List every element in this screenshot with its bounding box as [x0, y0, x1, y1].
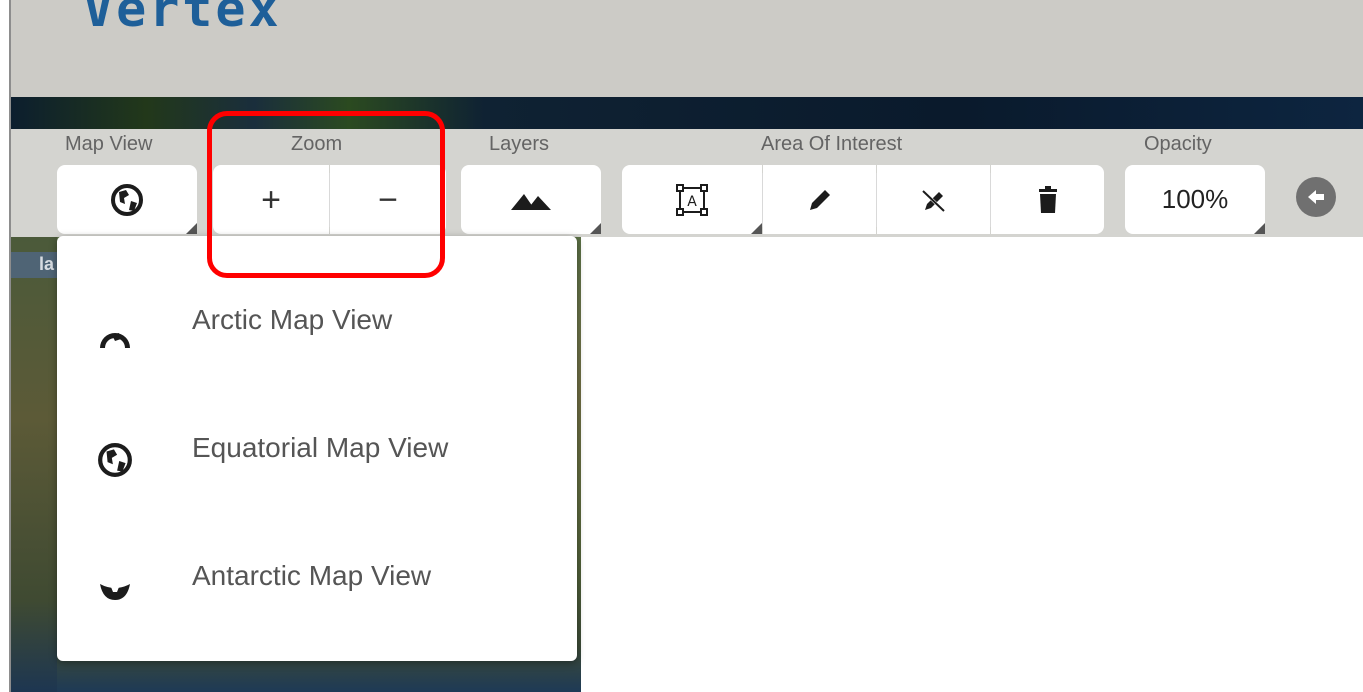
menu-item-antarctic[interactable]: Antarctic Map View: [57, 522, 577, 647]
dropdown-caret-icon: [1254, 223, 1265, 234]
map-view-label: Map View: [65, 133, 153, 155]
mountain-layers-icon: [511, 193, 551, 210]
globe-icon: [111, 183, 143, 216]
menu-item-label: Arctic Map View: [192, 304, 393, 335]
pencil-icon: [809, 189, 830, 210]
app-header: Vertex: [11, 0, 1363, 97]
opacity-value: 100%: [1161, 184, 1229, 214]
layers-label: Layers: [489, 133, 550, 155]
draw-polygon-button[interactable]: [763, 165, 876, 234]
map-label: la: [11, 252, 57, 278]
clear-drawing-button[interactable]: [877, 165, 990, 234]
window-left-border: [0, 0, 11, 692]
vertex-logo[interactable]: Vertex: [83, 0, 282, 34]
equatorial-globe-icon: [98, 443, 132, 477]
draw-box-icon: A: [676, 183, 708, 216]
delete-area-button[interactable]: [991, 165, 1104, 234]
area-of-interest-label: Area Of Interest: [761, 133, 903, 155]
arrow-left-circle-icon: [1308, 190, 1324, 204]
collapse-toolbar-button[interactable]: [1296, 177, 1336, 217]
menu-item-label: Antarctic Map View: [192, 560, 432, 591]
antarctic-globe-icon: [100, 584, 130, 600]
menu-item-label: Equatorial Map View: [192, 432, 449, 463]
arctic-globe-icon: [100, 333, 130, 348]
zoom-highlight-annotation: [207, 111, 445, 278]
draw-box-button[interactable]: A: [622, 165, 762, 234]
dropdown-caret-icon: [186, 223, 197, 234]
opacity-label: Opacity: [1144, 133, 1212, 155]
pencil-off-icon: [921, 189, 945, 212]
map-view-menu: Arctic Map View Equatorial Map View Anta…: [57, 236, 577, 661]
map-view-button[interactable]: [57, 165, 197, 234]
layers-button[interactable]: [461, 165, 601, 234]
menu-item-arctic[interactable]: Arctic Map View: [57, 266, 577, 391]
opacity-button[interactable]: 100%: [1125, 165, 1265, 234]
svg-text:A: A: [687, 194, 697, 210]
trash-icon: [1038, 185, 1057, 213]
dropdown-caret-icon: [751, 223, 762, 234]
menu-item-equatorial[interactable]: Equatorial Map View: [57, 394, 577, 519]
dropdown-caret-icon: [590, 223, 601, 234]
